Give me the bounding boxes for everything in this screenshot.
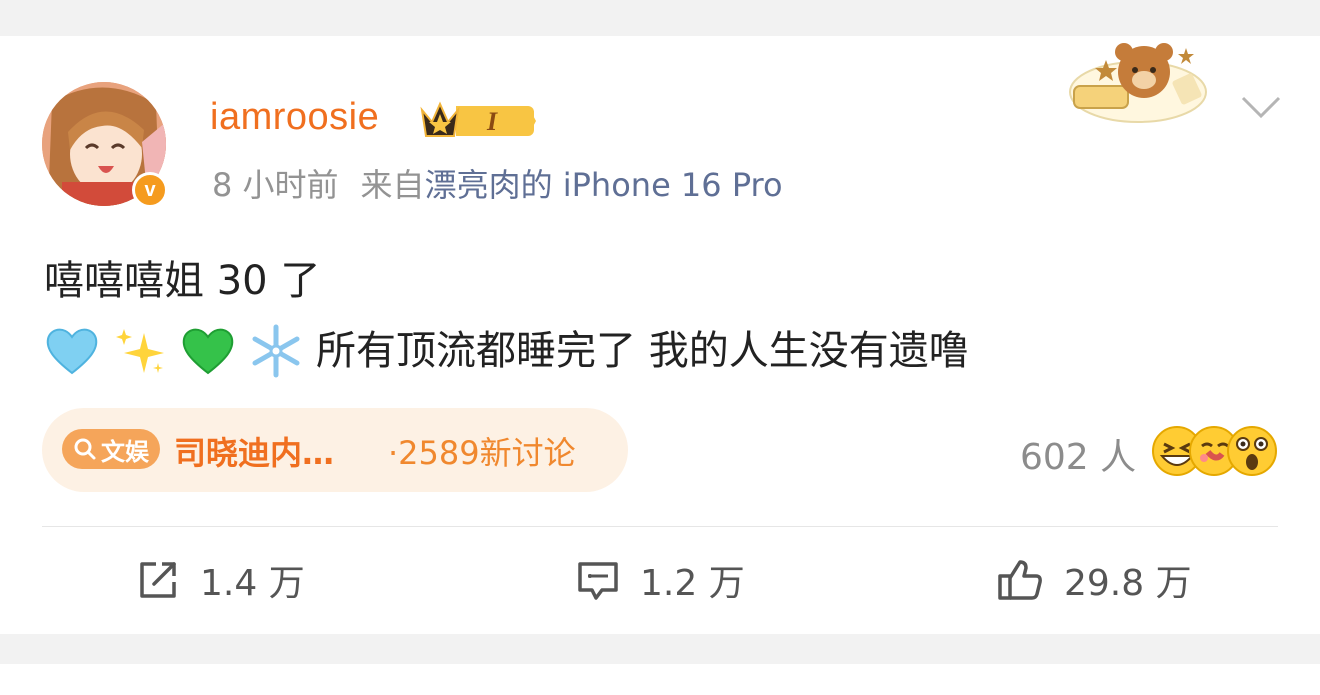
post-card: v iamroosie I 8 小时前 来自漂亮肉的 iPhone 16 Pro …	[0, 36, 1320, 634]
like-count: 29.8 万	[1064, 563, 1192, 604]
repost-icon	[140, 562, 176, 598]
next-post-card	[0, 664, 1320, 695]
topic-tag-label: 文娱	[101, 437, 149, 466]
chevron-down-icon[interactable]	[1240, 94, 1282, 120]
post-content: 嘻嘻嘻姐 30 了 所有顶流都睡完了 我的人生没有遗噜	[44, 246, 969, 386]
search-icon	[74, 438, 96, 460]
previous-post-gap	[0, 0, 1320, 36]
comment-count: 1.2 万	[640, 563, 745, 604]
topic-tag: 文娱	[62, 429, 160, 469]
reaction-count[interactable]: 602 人	[1020, 428, 1136, 480]
reaction-emojis[interactable]	[1150, 424, 1280, 478]
like-button[interactable]: 29.8 万	[996, 554, 1192, 606]
repost-count: 1.4 万	[200, 563, 305, 604]
sparkles-icon	[116, 329, 164, 373]
light-blue-heart-icon	[46, 328, 98, 375]
verified-badge-icon: v	[132, 172, 168, 208]
post-text-line-1: 嘻嘻嘻姐 30 了	[44, 258, 321, 304]
source-prefix: 来自	[360, 166, 425, 204]
comment-icon	[578, 562, 618, 600]
post-text-line-2-row: 所有顶流都睡完了 我的人生没有遗噜	[44, 316, 969, 386]
divider	[42, 526, 1278, 527]
topic-pill[interactable]: 文娱 司晓迪内… ·2589新讨论	[42, 408, 628, 492]
repost-button[interactable]: 1.4 万	[136, 554, 305, 606]
post-text-line-2: 所有顶流都睡完了 我的人生没有遗噜	[316, 328, 969, 374]
thumbs-up-icon	[998, 560, 1042, 600]
post-time: 8 小时前	[212, 166, 339, 204]
comment-button[interactable]: 1.2 万	[576, 554, 745, 606]
topic-title: 司晓迪内…	[174, 434, 335, 472]
username[interactable]: iamroosie	[210, 96, 379, 139]
bear-card-decoration-icon	[1069, 43, 1207, 123]
green-heart-icon	[182, 328, 234, 375]
snowflake-icon	[252, 324, 300, 378]
crown-level-badge-icon[interactable]: I	[420, 98, 538, 142]
badge-level-label: I	[486, 107, 498, 136]
astonished-face-icon	[1227, 426, 1277, 476]
source-device-link[interactable]: 漂亮肉的 iPhone 16 Pro	[425, 166, 783, 204]
topic-discussion-count: ·2589新讨论	[388, 434, 576, 472]
post-meta: 8 小时前 来自漂亮肉的 iPhone 16 Pro	[212, 160, 783, 206]
